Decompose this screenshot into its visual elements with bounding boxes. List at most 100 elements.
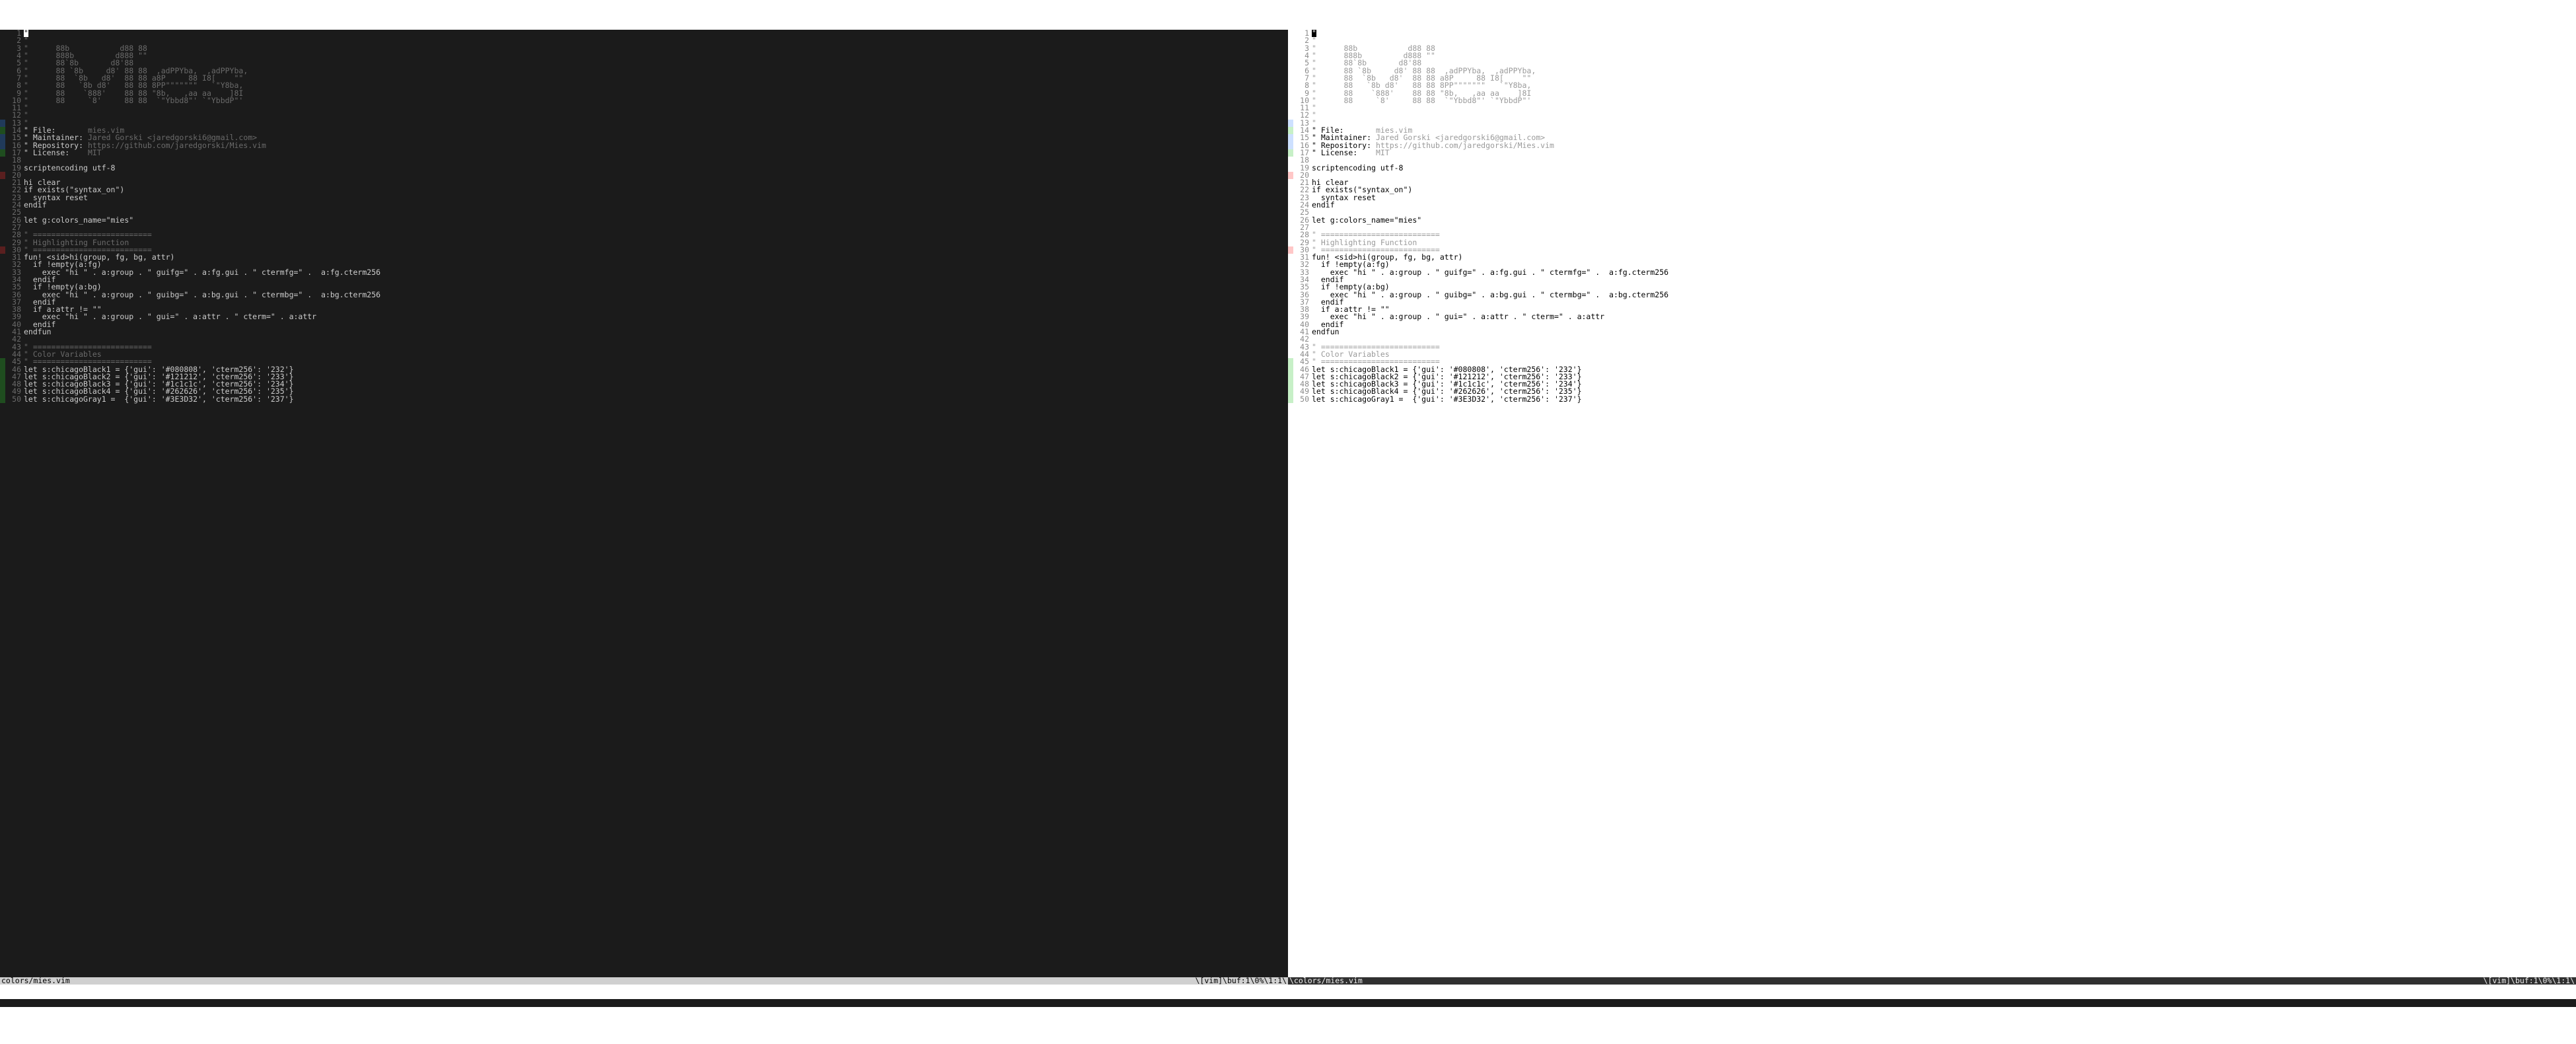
code-line[interactable]	[24, 336, 1288, 343]
sign-del	[0, 246, 5, 254]
code-line[interactable]: "	[24, 112, 1288, 119]
right-code[interactable]: """ 88b d88 88" 888b d888 """ 88`8b d8'8…	[1312, 30, 2576, 985]
code-line[interactable]: " License: MIT	[24, 149, 1288, 157]
code-line[interactable]: " 888b d888 ""	[24, 52, 1288, 59]
code-line[interactable]: endif	[1312, 276, 2576, 283]
code-line[interactable]: "	[1312, 30, 2576, 37]
code-line[interactable]: exec "hi " . a:group . " guifg=" . a:fg.…	[1312, 269, 2576, 276]
sign-none	[1288, 97, 1293, 104]
code-line[interactable]: endif	[1312, 299, 2576, 306]
code-line[interactable]: "	[24, 104, 1288, 112]
code-line[interactable]: " Repository: https://github.com/jaredgo…	[1312, 142, 2576, 149]
code-line[interactable]: " 888b d888 ""	[1312, 52, 2576, 59]
sign-none	[0, 97, 5, 104]
right-sign-column	[1288, 30, 1293, 985]
sign-none	[1288, 157, 1293, 164]
code-line[interactable]: let s:chicagoGray1 = {'gui': '#3E3D32', …	[1312, 396, 2576, 403]
code-line[interactable]: endif	[1312, 321, 2576, 328]
code-line[interactable]: let g:colors_name="mies"	[24, 217, 1288, 224]
code-line[interactable]	[24, 224, 1288, 231]
code-line[interactable]	[1312, 157, 2576, 164]
code-line[interactable]: " ==========================	[24, 231, 1288, 239]
code-line[interactable]: exec "hi " . a:group . " guibg=" . a:bg.…	[24, 291, 1288, 299]
code-line[interactable]: " License: MIT	[1312, 149, 2576, 157]
code-line[interactable]: "	[24, 30, 1288, 37]
code-line[interactable]	[24, 172, 1288, 179]
code-line[interactable]: exec "hi " . a:group . " gui=" . a:attr …	[1312, 313, 2576, 320]
code-line[interactable]: " ==========================	[24, 246, 1288, 254]
code-line[interactable]: let g:colors_name="mies"	[1312, 217, 2576, 224]
code-line[interactable]: " ==========================	[24, 344, 1288, 351]
code-line[interactable]: "	[1312, 104, 2576, 112]
code-line[interactable]: let s:chicagoGray1 = {'gui': '#3E3D32', …	[24, 396, 1288, 403]
code-line[interactable]: endfun	[24, 328, 1288, 336]
sign-none	[0, 37, 5, 44]
code-line[interactable]	[24, 157, 1288, 164]
sign-none	[0, 90, 5, 97]
sign-none	[0, 276, 5, 283]
left-statusline: colors/mies.vim \[vim]\buf:1\0%\1:1\	[0, 977, 1288, 985]
right-pane[interactable]: 1234567891011121314151617181920212223242…	[1288, 30, 2576, 985]
code-line[interactable]: " Color Variables	[1312, 351, 2576, 358]
code-line[interactable]: " 88 `8' 88 88 `"Ybbd8"' `"YbbdP"'	[1312, 97, 2576, 104]
code-line[interactable]: " Highlighting Function	[1312, 239, 2576, 246]
code-line[interactable]: hi clear	[1312, 179, 2576, 186]
code-line[interactable]: endfun	[1312, 328, 2576, 336]
code-line[interactable]: "	[1312, 112, 2576, 119]
sign-none	[0, 336, 5, 343]
code-line[interactable]: "	[24, 120, 1288, 127]
code-line[interactable]: " Repository: https://github.com/jaredgo…	[24, 142, 1288, 149]
code-line[interactable]: " Highlighting Function	[24, 239, 1288, 246]
code-line[interactable]	[24, 209, 1288, 216]
code-line[interactable]: "	[1312, 120, 2576, 127]
sign-none	[0, 254, 5, 261]
code-line[interactable]: endif	[1312, 202, 2576, 209]
left-code[interactable]: """ 88b d88 88" 888b d888 """ 88`8b d8'8…	[24, 30, 1288, 985]
code-line[interactable]: hi clear	[24, 179, 1288, 186]
code-line[interactable]: fun! <sid>hi(group, fg, bg, attr)	[1312, 254, 2576, 261]
code-line[interactable]: " ==========================	[1312, 344, 2576, 351]
code-line[interactable]: " 88b d88 88	[24, 45, 1288, 52]
code-line[interactable]: endif	[24, 321, 1288, 328]
sign-none	[1288, 344, 1293, 351]
right-statusline: \colors/mies.vim \[vim]\buf:1\0%\1:1\	[1288, 977, 2576, 985]
sign-add	[0, 149, 5, 157]
code-line[interactable]: exec "hi " . a:group . " guibg=" . a:bg.…	[1312, 291, 2576, 299]
sign-add	[0, 373, 5, 381]
code-line[interactable]: "	[1312, 37, 2576, 44]
sign-none	[1288, 202, 1293, 209]
sign-none	[1288, 321, 1293, 328]
code-line[interactable]	[1312, 172, 2576, 179]
code-line[interactable]: endif	[24, 276, 1288, 283]
code-line[interactable]: scriptencoding utf-8	[1312, 165, 2576, 172]
sign-none	[1288, 104, 1293, 112]
code-line[interactable]: " ==========================	[1312, 231, 2576, 239]
sign-add	[1288, 127, 1293, 134]
left-pane[interactable]: 1234567891011121314151617181920212223242…	[0, 30, 1288, 985]
code-line[interactable]: fun! <sid>hi(group, fg, bg, attr)	[24, 254, 1288, 261]
cmdline[interactable]	[0, 999, 2576, 1006]
code-line[interactable]: syntax reset	[24, 194, 1288, 202]
code-line[interactable]: exec "hi " . a:group . " guifg=" . a:fg.…	[24, 269, 1288, 276]
linenr: 50	[1293, 396, 1309, 403]
code-line[interactable]: if exists("syntax_on")	[1312, 186, 2576, 194]
code-line[interactable]: scriptencoding utf-8	[24, 165, 1288, 172]
code-line[interactable]: syntax reset	[1312, 194, 2576, 202]
left-status-right: \[vim]\buf:1\0%\1:1\	[1196, 977, 1287, 985]
code-line[interactable]: " ==========================	[1312, 246, 2576, 254]
code-line[interactable]: "	[24, 37, 1288, 44]
sign-none	[0, 217, 5, 224]
sign-mod	[0, 142, 5, 149]
code-line[interactable]: if exists("syntax_on")	[24, 186, 1288, 194]
code-line[interactable]: exec "hi " . a:group . " gui=" . a:attr …	[24, 313, 1288, 320]
code-line[interactable]: " 88 `8' 88 88 `"Ybbd8"' `"YbbdP"'	[24, 97, 1288, 104]
code-line[interactable]	[1312, 209, 2576, 216]
code-line[interactable]: " Color Variables	[24, 351, 1288, 358]
code-line[interactable]	[1312, 224, 2576, 231]
code-line[interactable]: endif	[24, 299, 1288, 306]
code-line[interactable]	[1312, 336, 2576, 343]
code-line[interactable]: endif	[24, 202, 1288, 209]
sign-none	[0, 52, 5, 59]
code-line[interactable]: " 88b d88 88	[1312, 45, 2576, 52]
sign-none	[0, 291, 5, 299]
